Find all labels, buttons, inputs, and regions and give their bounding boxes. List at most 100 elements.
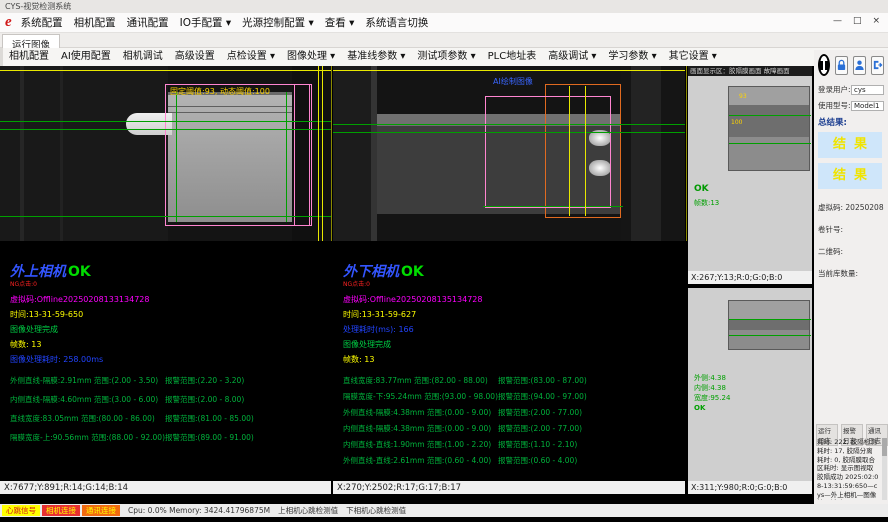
- user-button[interactable]: [853, 56, 866, 75]
- measurement-value: 内侧直线-隔膜:4.60mm 范围:(3.00 - 6.00): [10, 394, 165, 405]
- view-separator: [331, 66, 332, 241]
- measurement-value: 直线宽度:83.77mm 范围:(82.00 - 88.00): [343, 375, 498, 386]
- maximize-button[interactable]: □: [853, 16, 862, 26]
- pause-icon: [820, 61, 828, 70]
- measurement-value: 外侧直线-隔膜:2.91mm 范围:(2.00 - 3.50): [10, 375, 165, 386]
- elapsed-line: 图像处理耗时: 258.00ms: [10, 354, 331, 365]
- titlebar: CYS-视觉检测系统: [0, 0, 888, 13]
- toolbar-advanced-debug[interactable]: 高级调试 ▾: [542, 48, 602, 66]
- window-title: CYS-视觉检测系统: [5, 2, 71, 11]
- toolbar-spot-check[interactable]: 点检设置 ▾: [221, 48, 281, 66]
- small-view-info: 帧数:13: [694, 198, 719, 208]
- measurement-alarm: 报警范围:(0.60 - 4.00): [498, 455, 648, 466]
- toolbar-test-params[interactable]: 测试项参数 ▾: [411, 48, 481, 66]
- menubar: e 系统配置 相机配置 通讯配置 IO手配置 ▾ 光源控制配置 ▾ 查看 ▾ 系…: [0, 13, 888, 33]
- result-text-lower: 外下相机OK NG点击:0 虚拟码:Offline202502081351347…: [333, 241, 685, 471]
- toolbar-ai-config[interactable]: AI使用配置: [55, 48, 117, 66]
- lock-button[interactable]: [835, 56, 848, 75]
- overlay-mark: 93: [739, 93, 747, 100]
- toolbar-camera-config[interactable]: 相机配置: [3, 48, 55, 66]
- tab-strip: 运行图像: [0, 33, 888, 48]
- time-line: 时间:13-31-59-650: [10, 309, 331, 320]
- overlay-yellow-line: [322, 66, 323, 241]
- measurement-value: 外侧直线-直线:2.61mm 范围:(0.60 - 4.00): [343, 455, 498, 466]
- statusbar: 心跳信号 相机连接 通讯连接 Cpu: 0.0% Memory: 3424.41…: [0, 504, 888, 517]
- measurement-row: 直线宽度:83.05mm 范围:(80.00 - 86.00)报警范围:(81.…: [10, 413, 331, 424]
- menu-item-light-config[interactable]: 光源控制配置 ▾: [242, 15, 314, 30]
- log-text: 耗时: 222, 胶隔检测耗时: 17, 胶隔分离耗时: 0, 胶隔膜取合区耗时…: [817, 438, 879, 500]
- measure-line-green: [729, 335, 811, 336]
- cursor-coords-upper: X:7677;Y:891;R:14;G:14;B:14: [0, 481, 331, 494]
- log-scrollbar-thumb[interactable]: [882, 438, 887, 456]
- toolbar-learning-params[interactable]: 学习参数 ▾: [602, 48, 662, 66]
- total-result-label: 总结果:: [818, 116, 884, 128]
- camera-image-lower[interactable]: AI绘制图像: [333, 66, 685, 241]
- small-view-result-line: OK: [694, 403, 730, 413]
- exit-button[interactable]: [871, 56, 884, 75]
- camera-title: 外下相机: [343, 264, 399, 280]
- stock-count-label: 当前库数量:: [818, 268, 884, 279]
- measure-line-green: [729, 115, 811, 116]
- barcode-line: 虚拟码:Offline20250208133134728: [10, 294, 331, 305]
- app-logo-icon: e: [5, 14, 12, 31]
- measurement-row: 内侧直线-隔膜:4.60mm 范围:(3.00 - 6.00)报警范围:(2.0…: [10, 394, 331, 405]
- toolbar-baseline-params[interactable]: 基准线参数 ▾: [341, 48, 411, 66]
- measurement-value: 外侧直线-隔膜:4.38mm 范围:(0.00 - 9.00): [343, 407, 498, 418]
- virtual-code-label: 虚拟码: 20250208: [818, 202, 884, 213]
- small-view-result-line: 内侧:4.38: [694, 383, 730, 393]
- menu-item-io-config[interactable]: IO手配置 ▾: [180, 15, 231, 30]
- measurement-alarm: 报警范围:(2.00 - 77.00): [498, 407, 648, 418]
- threshold-overlay-label: 固定阈值:93, 动态阈值:100: [170, 86, 270, 97]
- roi-rect-pink: [165, 84, 312, 226]
- measurement-value: 内侧直线-直线:1.90mm 范围:(1.00 - 2.20): [343, 439, 498, 450]
- measurement-value: 隔膜宽度-上:90.56mm 范围:(88.00 - 92.00): [10, 432, 165, 443]
- measure-line-green: [0, 121, 331, 122]
- measurement-alarm: 报警范围:(2.20 - 3.20): [165, 375, 315, 386]
- camera-image-upper[interactable]: 固定阈值:93, 动态阈值:100: [0, 66, 331, 241]
- measurement-alarm: 报警范围:(1.10 - 2.10): [498, 439, 648, 450]
- small-view-bottom[interactable]: 外侧:4.38 内侧:4.38 宽度:95.24 OK: [688, 288, 812, 481]
- measurement-alarm: 报警范围:(94.00 - 97.00): [498, 391, 648, 402]
- needle-number-label: 卷针号:: [818, 224, 884, 235]
- heartbeat-status-badge: 心跳信号: [2, 505, 40, 516]
- qrcode-label: 二维码:: [818, 246, 884, 257]
- toolbar-plc-address[interactable]: PLC地址表: [482, 48, 543, 66]
- overlay-yellow-line: [333, 70, 685, 71]
- overlay-yellow-line: [318, 66, 319, 241]
- toolbar-camera-debug[interactable]: 相机调试: [117, 48, 169, 66]
- measurement-row: 内侧直线-直线:1.90mm 范围:(1.00 - 2.20)报警范围:(1.1…: [343, 439, 685, 450]
- barcode-line: 虚拟码:Offline20250208135134728: [343, 294, 685, 305]
- menu-item-view[interactable]: 查看 ▾: [325, 15, 355, 30]
- result-ok-badge: OK: [68, 264, 91, 280]
- lock-icon: [836, 59, 847, 71]
- toolbar: 相机配置 AI使用配置 相机调试 高级设置 点检设置 ▾ 图像处理 ▾ 基准线参…: [0, 48, 888, 66]
- measure-line-green: [333, 124, 685, 125]
- tab-run-image[interactable]: 运行图像: [2, 34, 60, 49]
- model-field[interactable]: Model1: [851, 101, 884, 111]
- measurement-value: 直线宽度:83.05mm 范围:(80.00 - 86.00): [10, 413, 165, 424]
- camera-view-upper: 固定阈值:93, 动态阈值:100 外上相机OK NG点击:0 虚拟码:Offl…: [0, 66, 331, 504]
- login-user-field[interactable]: cys: [851, 85, 884, 95]
- pause-button[interactable]: [818, 54, 830, 76]
- cursor-coords-small-top: X:267;Y:13;R:0;G:0;B:0: [688, 271, 812, 284]
- measurement-row: 隔膜宽度-上:90.56mm 范围:(88.00 - 92.00)报警范围:(8…: [10, 432, 331, 443]
- measure-line-green: [729, 143, 811, 144]
- menu-item-language-switch[interactable]: 系统语言切换: [365, 15, 428, 30]
- menu-item-system-config[interactable]: 系统配置: [21, 15, 63, 30]
- small-views-header: 画面显示区：胶隔膜画面 故障画面: [688, 66, 812, 76]
- close-button[interactable]: ×: [872, 16, 880, 26]
- toolbar-advanced-settings[interactable]: 高级设置: [169, 48, 221, 66]
- small-view-top[interactable]: 93 100 OK 帧数:13: [688, 76, 812, 271]
- minimize-button[interactable]: —: [833, 16, 842, 26]
- machine-background: [621, 66, 685, 241]
- view-separator: [686, 66, 687, 241]
- toolbar-other-settings[interactable]: 其它设置 ▾: [663, 48, 723, 66]
- log-scrollbar[interactable]: [882, 438, 887, 500]
- sidebar: 登录用户: cys 使用型号: Model1 总结果: 结果 结果 虚拟码: 2…: [814, 50, 888, 504]
- menu-item-comm-config[interactable]: 通讯配置: [127, 15, 169, 30]
- measurement-alarm: 报警范围:(81.00 - 85.00): [165, 413, 315, 424]
- menu-item-camera-config[interactable]: 相机配置: [74, 15, 116, 30]
- toolbar-image-process[interactable]: 图像处理 ▾: [281, 48, 341, 66]
- camera-connect-badge: 相机连接: [42, 505, 80, 516]
- measure-line-green: [0, 129, 331, 130]
